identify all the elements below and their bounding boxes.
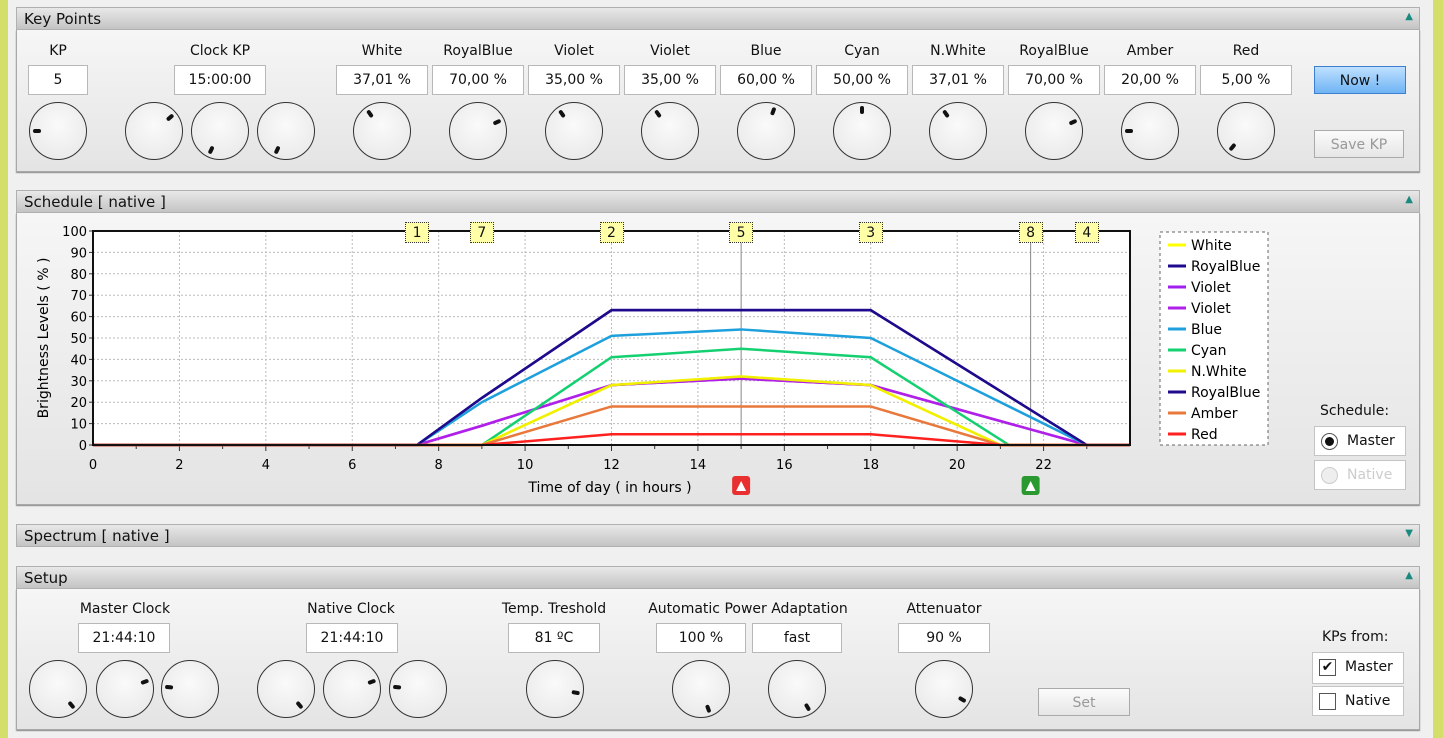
temp-threshold-label: Temp. Treshold bbox=[501, 601, 607, 617]
apa-value-input[interactable]: 100 % bbox=[656, 623, 746, 653]
y-tick-label: 30 bbox=[70, 375, 87, 390]
legend-label: Cyan bbox=[1191, 343, 1227, 359]
legend-label: Violet bbox=[1191, 280, 1231, 296]
master-second-knob[interactable] bbox=[161, 660, 219, 718]
x-tick-label: 8 bbox=[435, 458, 443, 473]
panel-title: Spectrum [ native ] bbox=[24, 527, 170, 545]
kps-master-checkbox[interactable]: ✔ Master bbox=[1312, 652, 1404, 684]
x-tick-label: 0 bbox=[89, 458, 97, 473]
y-tick-label: 60 bbox=[70, 311, 87, 326]
temp-threshold-input[interactable]: 81 ºC bbox=[508, 623, 600, 653]
y-tick-label: 0 bbox=[79, 439, 87, 454]
x-tick-label: 14 bbox=[690, 458, 707, 473]
set-button[interactable]: Set bbox=[1038, 688, 1130, 716]
y-tick-label: 40 bbox=[70, 353, 87, 368]
y-tick-label: 70 bbox=[70, 289, 87, 304]
master-clock-input[interactable]: 21:44:10 bbox=[78, 623, 170, 653]
expand-icon[interactable]: ▼ bbox=[1405, 528, 1413, 539]
legend-label: Red bbox=[1191, 427, 1218, 443]
kps-from-label: KPs from: bbox=[1322, 629, 1389, 645]
y-tick-label: 80 bbox=[70, 268, 87, 283]
key-point-marker[interactable]: 1 bbox=[405, 222, 430, 243]
legend-label: RoyalBlue bbox=[1191, 259, 1260, 275]
radio-label: Master bbox=[1347, 433, 1395, 449]
native-clock-input[interactable]: 21:44:10 bbox=[306, 623, 398, 653]
checkbox-label: Master bbox=[1345, 659, 1393, 675]
key-point-marker[interactable]: 2 bbox=[599, 222, 624, 243]
x-tick-label: 10 bbox=[517, 458, 534, 473]
y-tick-label: 90 bbox=[70, 246, 87, 261]
apa-speed-input[interactable]: fast bbox=[752, 623, 842, 653]
apa-value-knob[interactable] bbox=[672, 660, 730, 718]
attenuator-label: Attenuator bbox=[906, 601, 982, 617]
y-axis-label: Brightness Levels ( % ) bbox=[36, 258, 52, 419]
native-clock-label: Native Clock bbox=[307, 601, 395, 617]
x-tick-label: 22 bbox=[1035, 458, 1052, 473]
y-tick-label: 50 bbox=[70, 332, 87, 347]
schedule-native-radio[interactable]: Native bbox=[1314, 460, 1406, 490]
setup-header[interactable]: Setup ▲ bbox=[16, 566, 1420, 589]
schedule-master-radio[interactable]: Master bbox=[1314, 426, 1406, 456]
legend-label: Blue bbox=[1191, 322, 1222, 338]
attenuator-knob[interactable] bbox=[915, 660, 973, 718]
legend-label: N.White bbox=[1191, 364, 1247, 380]
kps-native-checkbox[interactable]: Native bbox=[1312, 686, 1404, 716]
y-tick-label: 20 bbox=[70, 396, 87, 411]
checkbox-label: Native bbox=[1345, 693, 1391, 709]
radio-icon bbox=[1321, 467, 1338, 484]
key-point-marker[interactable]: 4 bbox=[1074, 222, 1099, 243]
master-hour-knob[interactable] bbox=[29, 660, 87, 718]
radio-label: Native bbox=[1347, 467, 1393, 483]
key-point-marker[interactable]: 3 bbox=[858, 222, 883, 243]
x-tick-label: 2 bbox=[175, 458, 183, 473]
native-second-knob[interactable] bbox=[389, 660, 447, 718]
legend-label: RoyalBlue bbox=[1191, 385, 1260, 401]
legend-label: White bbox=[1191, 238, 1232, 254]
master-clock-label: Master Clock bbox=[79, 601, 171, 617]
x-tick-label: 4 bbox=[262, 458, 270, 473]
x-axis-label: Time of day ( in hours ) bbox=[527, 480, 691, 496]
attenuator-input[interactable]: 90 % bbox=[898, 623, 990, 653]
legend-label: Violet bbox=[1191, 301, 1231, 317]
x-tick-label: 18 bbox=[862, 458, 879, 473]
y-tick-label: 10 bbox=[70, 418, 87, 433]
spectrum-header[interactable]: Spectrum [ native ] ▼ bbox=[16, 524, 1420, 547]
x-tick-label: 6 bbox=[348, 458, 356, 473]
checkbox-checked-icon: ✔ bbox=[1319, 659, 1336, 676]
checkbox-icon bbox=[1319, 693, 1336, 710]
apa-label: Automatic Power Adaptation bbox=[648, 601, 848, 617]
x-tick-label: 12 bbox=[603, 458, 620, 473]
collapse-icon[interactable]: ▲ bbox=[1405, 570, 1413, 581]
master-minute-knob[interactable] bbox=[96, 660, 154, 718]
native-hour-knob[interactable] bbox=[257, 660, 315, 718]
legend-label: Amber bbox=[1191, 406, 1238, 422]
y-tick-label: 100 bbox=[62, 225, 87, 240]
apa-speed-knob[interactable] bbox=[768, 660, 826, 718]
key-point-marker[interactable]: 7 bbox=[469, 222, 494, 243]
radio-icon bbox=[1321, 433, 1338, 450]
key-point-marker[interactable]: 5 bbox=[729, 222, 754, 243]
native-minute-knob[interactable] bbox=[323, 660, 381, 718]
temp-threshold-knob[interactable] bbox=[526, 660, 584, 718]
panel-title: Setup bbox=[24, 569, 68, 587]
schedule-mode-label: Schedule: bbox=[1320, 403, 1390, 419]
x-tick-label: 20 bbox=[949, 458, 966, 473]
key-point-marker[interactable]: 8 bbox=[1018, 222, 1043, 243]
x-tick-label: 16 bbox=[776, 458, 793, 473]
